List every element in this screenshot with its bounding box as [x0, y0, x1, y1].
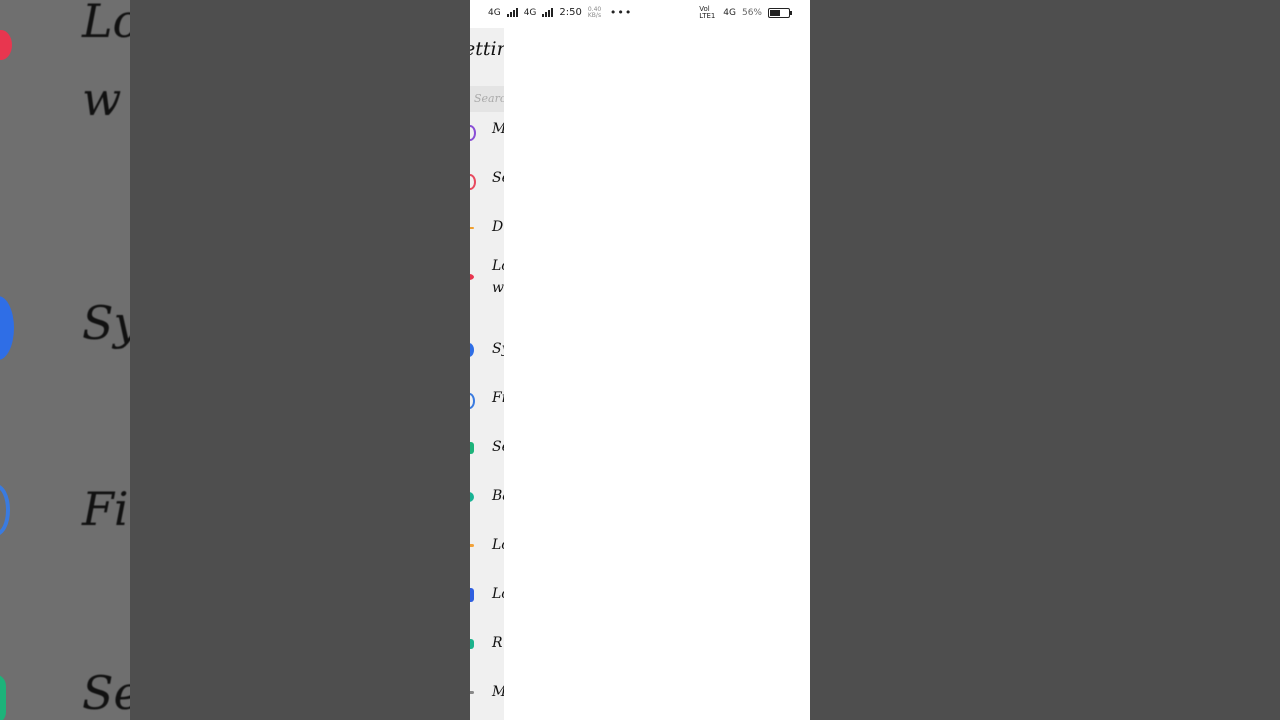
settings-item[interactable]: Lo	[470, 578, 504, 614]
signal-icon	[542, 8, 554, 17]
blank-content-area	[504, 28, 810, 720]
background-zoom: Lo w Sy Fi Se	[0, 0, 130, 720]
orange-location-icon	[470, 544, 474, 547]
clock: 2:50	[559, 7, 582, 18]
settings-item[interactable]: Lo	[470, 529, 504, 565]
volte-indicator: Vol LTE1	[699, 5, 716, 20]
bg-blue-circle-icon	[0, 296, 14, 360]
settings-item-label: Lo	[492, 586, 504, 602]
settings-item[interactable]: Fi	[470, 382, 504, 418]
green-r-icon	[470, 639, 474, 649]
settings-item[interactable]: Lo w	[470, 254, 504, 304]
network-type-2: 4G	[523, 7, 537, 18]
network-speed: 0.40 KB/s	[587, 5, 602, 19]
blue-lock-icon	[470, 588, 474, 602]
purple-circle-icon	[470, 125, 476, 141]
settings-item-label: M	[492, 121, 504, 137]
bg-fingerprint-icon	[0, 484, 10, 536]
bg-shield-icon	[0, 674, 6, 720]
settings-item-label: R	[492, 635, 503, 651]
settings-item[interactable]: M	[470, 113, 504, 149]
search-input[interactable]: Searc	[470, 86, 504, 112]
more-notifications-icon: •••	[609, 6, 633, 19]
settings-item[interactable]: Ba	[470, 480, 504, 516]
settings-item-label: Se	[492, 439, 504, 455]
settings-item[interactable]: R	[470, 627, 504, 663]
settings-item-label: Lo	[492, 537, 504, 553]
network-type-right: 4G	[723, 8, 736, 18]
red-heart-icon	[470, 274, 474, 280]
settings-item-label: Se	[492, 170, 504, 186]
network-type-1: 4G	[488, 7, 501, 18]
settings-title: ettin	[470, 38, 504, 60]
settings-item-sublabel: w	[492, 280, 504, 296]
settings-item-label: Lo	[492, 258, 504, 274]
settings-item-label: M	[492, 684, 504, 700]
settings-item[interactable]: D	[470, 211, 504, 247]
bg-word: Fi	[82, 482, 129, 536]
settings-item[interactable]: Se	[470, 162, 504, 198]
green-shield-icon	[470, 442, 474, 454]
blue-circle-icon	[470, 343, 474, 357]
settings-item-label: Ba	[492, 488, 504, 504]
bg-word: Lo	[82, 0, 130, 48]
red-ring-icon	[470, 174, 476, 190]
teal-battery-icon	[470, 492, 474, 502]
settings-item-label: Fi	[492, 390, 504, 406]
settings-item[interactable]: Se	[470, 431, 504, 467]
battery-icon	[768, 8, 792, 18]
settings-item[interactable]: M	[470, 676, 504, 712]
blue-fingerprint-icon	[470, 393, 475, 409]
phone-screen: 4G 4G 2:50 0.40 KB/s ••• Vol LTE1 4G 56%…	[470, 0, 810, 720]
bg-heart-icon	[0, 30, 12, 60]
settings-panel: ettin Searc M Se D Lo w Sy Fi Se	[470, 28, 504, 720]
bg-word: Sy	[82, 296, 130, 350]
settings-item-label: Sy	[492, 341, 504, 357]
battery-percent: 56%	[741, 8, 762, 18]
orange-plus-icon	[470, 227, 474, 229]
bg-word: w	[82, 72, 122, 126]
status-bar: 4G 4G 2:50 0.40 KB/s ••• Vol LTE1 4G 56%	[470, 0, 810, 24]
settings-item-label: D	[492, 219, 504, 235]
signal-icon	[506, 8, 518, 17]
gray-more-icon	[470, 691, 474, 694]
settings-item[interactable]: Sy	[470, 333, 504, 369]
bg-word: Se	[82, 666, 130, 720]
